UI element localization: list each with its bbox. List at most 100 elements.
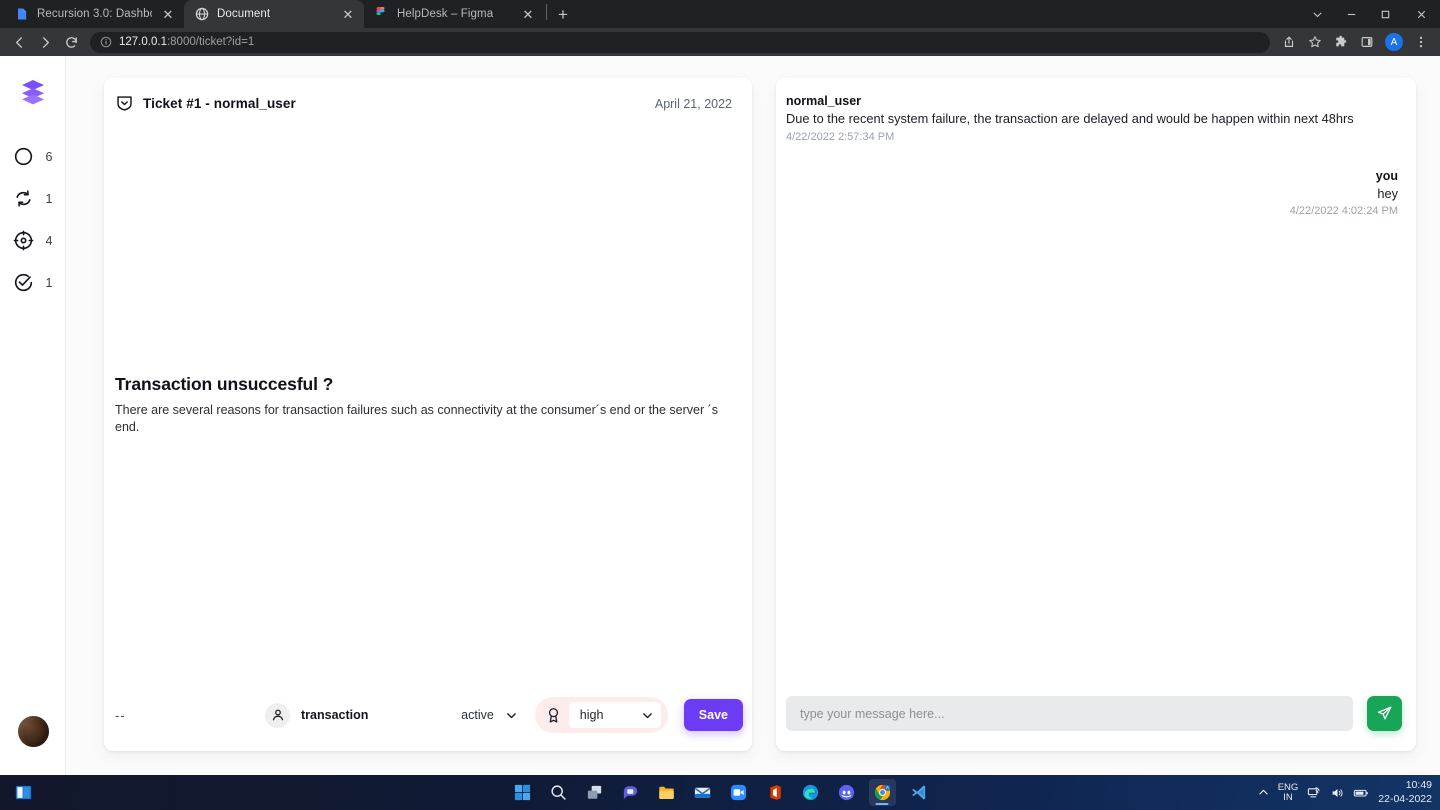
sidebar-item-inprogress[interactable]: 1	[7, 188, 59, 209]
start-icon[interactable]	[509, 779, 536, 806]
ticket-card: Ticket #1 - normal_user April 21, 2022 T…	[104, 78, 752, 751]
mail-icon[interactable]	[689, 779, 716, 806]
ticket-date: April 21, 2022	[654, 96, 732, 111]
globe-icon	[195, 7, 209, 21]
new-tab-button[interactable]: +	[549, 0, 577, 28]
browser-tab-3[interactable]: HelpDesk – Figma ✕	[364, 0, 544, 28]
chat-message-author: you	[1375, 168, 1398, 183]
chat-message-text: Due to the recent system failure, the tr…	[786, 111, 1354, 126]
chat-message-text: hey	[1377, 185, 1398, 201]
language-line2: IN	[1283, 791, 1293, 803]
search-icon[interactable]	[545, 779, 572, 806]
forward-arrow-icon[interactable]	[32, 29, 58, 55]
sidebar-item-target[interactable]: 4	[7, 230, 59, 251]
address-host: 127.0.0.1	[119, 36, 167, 48]
tab-separator	[546, 3, 547, 20]
office-icon[interactable]	[761, 779, 788, 806]
chat-message-time: 4/22/2022 4:02:24 PM	[1289, 205, 1398, 218]
svg-text:A: A	[886, 785, 889, 790]
chat-message: you hey 4/22/2022 4:02:24 PM	[786, 169, 1398, 218]
address-bar[interactable]: 127.0.0.1:8000/ticket?id=1	[90, 31, 1270, 53]
browser-tab-1-title: Recursion 3.0: Dashboard | Devfo	[37, 8, 152, 20]
main-content: Ticket #1 - normal_user April 21, 2022 T…	[66, 56, 1440, 775]
browser-tab-3-close[interactable]: ✕	[520, 6, 536, 22]
maximize-button[interactable]	[1368, 0, 1402, 28]
refresh-icon	[13, 188, 34, 209]
windows-taskbar: A ENG IN 10:49 22-04-2022	[0, 775, 1440, 810]
circle-icon	[13, 146, 34, 167]
side-panel-icon[interactable]	[1354, 29, 1380, 55]
browser-window: Recursion 3.0: Dashboard | Devfo ✕ Docum…	[0, 0, 1440, 810]
chat-icon[interactable]	[617, 779, 644, 806]
language-line1: ENG	[1277, 781, 1299, 793]
send-plane-icon	[1376, 705, 1393, 722]
sidebar-item-open-count: 6	[45, 149, 53, 164]
ticket-question-title: Transaction unsuccesful ?	[115, 374, 334, 395]
chat-message-list: normal_user Due to the recent system fai…	[776, 78, 1416, 696]
network-icon[interactable]	[1307, 786, 1321, 800]
browser-tab-2-close[interactable]: ✕	[340, 6, 356, 22]
sidebar-nav: 6 1 4 1	[0, 146, 65, 293]
edge-icon[interactable]	[797, 779, 824, 806]
layers-logo[interactable]	[16, 74, 50, 108]
ticket-assignee[interactable]: transaction	[265, 702, 369, 728]
zoom-icon[interactable]	[725, 779, 752, 806]
ticket-priority-select[interactable]: high	[568, 702, 661, 728]
share-icon[interactable]	[1276, 29, 1302, 55]
file-explorer-icon[interactable]	[653, 779, 680, 806]
browser-tab-1-close[interactable]: ✕	[160, 6, 176, 22]
ticket-assignee-name: transaction	[301, 708, 369, 722]
browser-tab-2[interactable]: Document ✕	[184, 0, 364, 28]
reload-icon[interactable]	[58, 29, 84, 55]
ticket-status-value: active	[461, 708, 494, 722]
toolbar-right-actions: A	[1276, 29, 1434, 55]
chevron-down-icon	[642, 710, 653, 721]
sidebar-item-open[interactable]: 6	[7, 146, 59, 167]
close-window-button[interactable]	[1402, 0, 1440, 28]
back-arrow-icon[interactable]	[6, 29, 32, 55]
browser-tab-2-title: Document	[217, 8, 271, 20]
figma-icon	[375, 7, 389, 21]
ticket-body: Transaction unsuccesful ? There are seve…	[104, 113, 752, 697]
taskbar-apps: A	[0, 779, 1440, 806]
clock[interactable]: 10:49 22-04-2022	[1378, 779, 1432, 805]
ticket-priority-group: high	[534, 697, 668, 733]
ticket-title: Ticket #1 - normal_user	[143, 96, 296, 111]
chat-composer	[776, 696, 1416, 751]
chevron-up-icon[interactable]	[1258, 787, 1269, 798]
ticket-status-select[interactable]: active	[455, 704, 521, 726]
sidebar-item-inprogress-count: 1	[45, 191, 53, 206]
browser-tab-1[interactable]: Recursion 3.0: Dashboard | Devfo ✕	[4, 0, 184, 28]
ticket-header: Ticket #1 - normal_user April 21, 2022	[104, 78, 752, 113]
minimize-button[interactable]	[1334, 0, 1368, 28]
star-icon[interactable]	[1302, 29, 1328, 55]
vscode-icon[interactable]	[905, 779, 932, 806]
system-tray: ENG IN 10:49 22-04-2022	[1258, 779, 1432, 805]
info-circle-icon[interactable]	[100, 36, 112, 48]
ticket-question-description: There are several reasons for transactio…	[115, 403, 719, 434]
message-input[interactable]	[786, 696, 1353, 731]
shield-chevron-icon	[115, 94, 134, 113]
address-path: :8000/ticket?id=1	[166, 36, 255, 48]
chat-message-time: 4/22/2022 2:57:34 PM	[786, 130, 895, 143]
discord-icon[interactable]	[833, 779, 860, 806]
speaker-icon[interactable]	[1330, 786, 1344, 800]
language-indicator[interactable]: ENG IN	[1277, 781, 1299, 803]
three-dot-menu-icon[interactable]	[1408, 29, 1434, 55]
puzzle-icon[interactable]	[1328, 29, 1354, 55]
check-circle-icon	[13, 272, 34, 293]
blue-page-icon	[15, 7, 29, 21]
ticket-header-left: Ticket #1 - normal_user	[115, 94, 296, 113]
tab-search-button[interactable]	[1300, 0, 1334, 28]
page-viewport: 6 1 4 1 Ticket #1 - normal_user April 21…	[0, 56, 1440, 775]
tab-strip: Recursion 3.0: Dashboard | Devfo ✕ Docum…	[0, 0, 1440, 28]
user-avatar[interactable]	[18, 716, 49, 747]
chrome-icon[interactable]: A	[868, 779, 896, 806]
send-button[interactable]	[1367, 696, 1402, 731]
save-button[interactable]: Save	[683, 699, 743, 731]
battery-icon[interactable]	[1353, 786, 1369, 800]
profile-avatar[interactable]: A	[1385, 33, 1403, 51]
task-view-icon[interactable]	[581, 779, 608, 806]
sidebar-item-closed[interactable]: 1	[7, 272, 59, 293]
app-sidebar: 6 1 4 1	[0, 56, 66, 775]
